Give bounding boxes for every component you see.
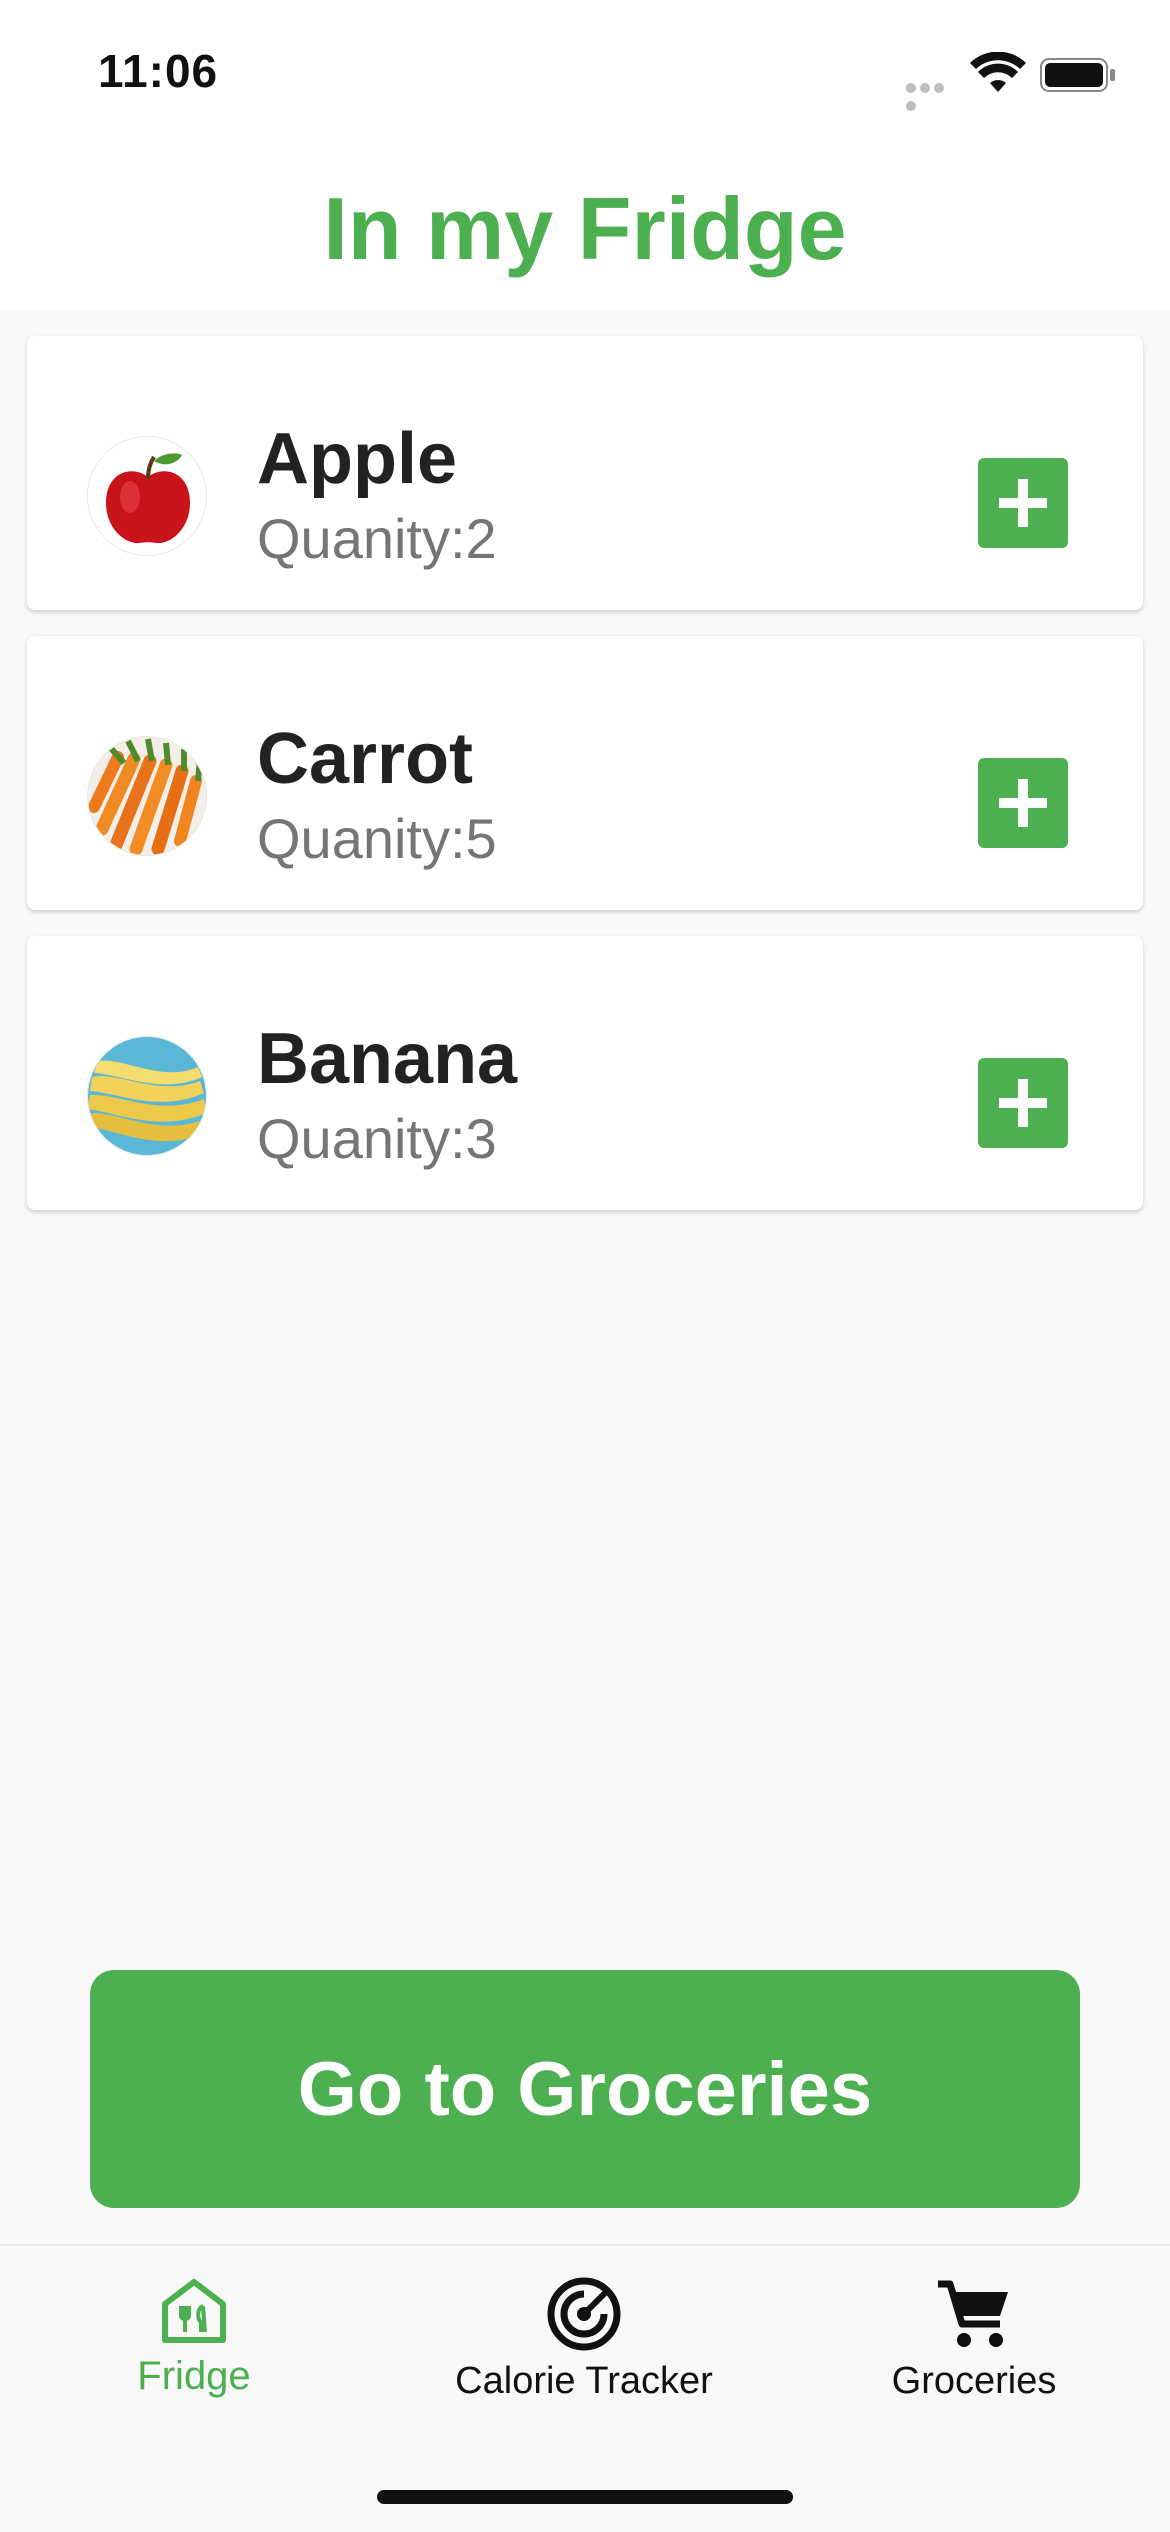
- fridge-item-list: Apple Quanity:2 Carrot Quanity:5 Banana …: [27, 336, 1143, 1236]
- plus-icon: [999, 479, 1047, 527]
- banana-icon: [87, 1036, 207, 1156]
- plus-icon: [999, 1079, 1047, 1127]
- item-name: Carrot: [257, 719, 474, 799]
- status-bar: 11:06: [0, 0, 1170, 150]
- carrot-icon: [87, 736, 207, 856]
- apple-icon: [87, 436, 207, 556]
- nav-item-fridge[interactable]: Fridge: [44, 2276, 344, 2399]
- fridge-home-icon: [162, 2279, 226, 2343]
- item-quantity: Quanity:5: [257, 807, 497, 870]
- go-to-groceries-button[interactable]: Go to Groceries: [90, 1970, 1080, 2208]
- plus-icon: [999, 779, 1047, 827]
- add-button[interactable]: [978, 1058, 1068, 1148]
- cart-icon: [938, 2280, 1008, 2347]
- add-button[interactable]: [978, 758, 1068, 848]
- page-title: In my Fridge: [323, 179, 847, 278]
- home-indicator: [377, 2490, 793, 2504]
- fridge-item-card[interactable]: Carrot Quanity:5: [27, 636, 1143, 910]
- header: In my Fridge: [0, 150, 1170, 310]
- item-quantity: Quanity:3: [257, 1107, 497, 1170]
- screen: 11:06 In my Fridge Apple Quanity:2 Carro…: [0, 0, 1170, 2532]
- nav-label-fridge: Fridge: [137, 2354, 251, 2398]
- nav-item-calorie-tracker[interactable]: Calorie Tracker: [434, 2276, 734, 2403]
- nav-label-calorie-tracker: Calorie Tracker: [455, 2360, 713, 2402]
- nav-item-groceries[interactable]: Groceries: [824, 2276, 1124, 2403]
- cellular-signal-icon: [906, 80, 960, 111]
- fridge-item-card[interactable]: Banana Quanity:3: [27, 936, 1143, 1210]
- add-button[interactable]: [978, 458, 1068, 548]
- radar-icon: [547, 2277, 621, 2351]
- bottom-nav: Fridge Calorie Tracker Groceries: [0, 2244, 1170, 2532]
- status-time: 11:06: [98, 45, 219, 97]
- item-quantity: Quanity:2: [257, 507, 497, 570]
- wifi-icon: [970, 52, 1026, 92]
- fridge-item-card[interactable]: Apple Quanity:2: [27, 336, 1143, 610]
- item-name: Apple: [257, 419, 458, 499]
- item-name: Banana: [257, 1019, 518, 1099]
- battery-icon: [1040, 58, 1115, 92]
- nav-label-groceries: Groceries: [891, 2360, 1057, 2402]
